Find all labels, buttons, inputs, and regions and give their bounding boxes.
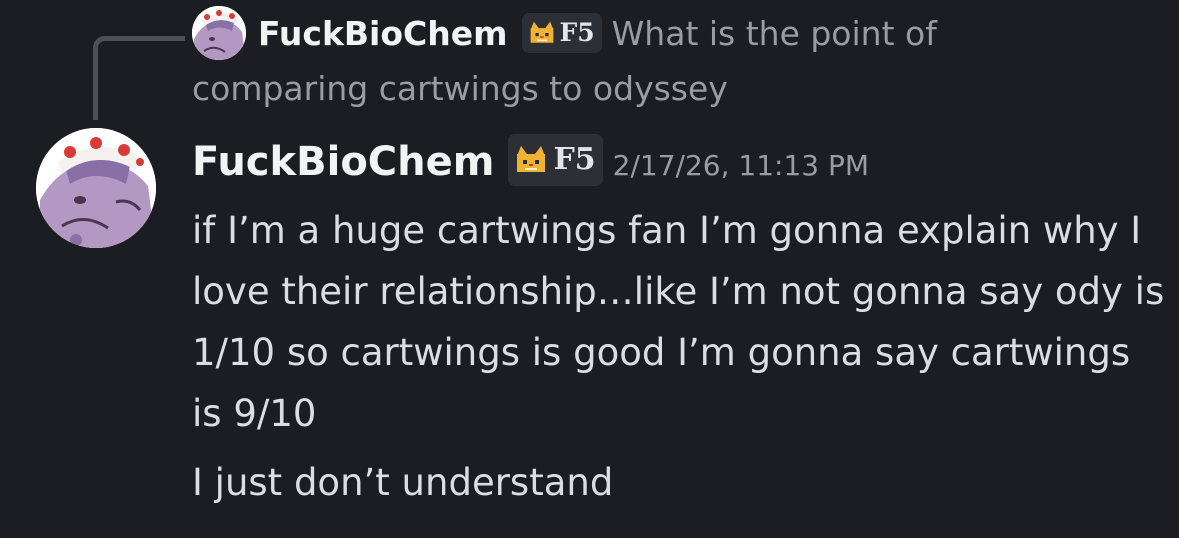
author-name[interactable]: FuckBioChem <box>192 139 494 185</box>
reply-avatar-image <box>192 6 246 60</box>
chat-message[interactable]: FuckBioChem F5 2/17/26, 11:13 PM if I’m a … <box>192 134 1167 513</box>
message-paragraph-1: if I’m a huge cartwings fan I’m gonna ex… <box>192 209 1165 435</box>
message-timestamp[interactable]: 2/17/26, 11:13 PM <box>613 149 869 182</box>
reply-server-tag[interactable]: F5 <box>521 12 602 53</box>
server-tag-label: F5 <box>553 142 596 177</box>
author-avatar[interactable] <box>36 128 156 248</box>
server-tag[interactable]: F5 <box>508 134 603 186</box>
cat-icon <box>517 146 546 172</box>
reply-preview-text-line1: What is the point of <box>611 14 937 53</box>
message-paragraph-2: I just don’t understand <box>192 461 614 504</box>
reply-connector-line <box>93 36 185 120</box>
message-header: FuckBioChem F5 2/17/26, 11:13 PM <box>192 134 1167 194</box>
reply-preview-text-line2: comparing cartwings to odyssey <box>192 69 728 108</box>
reply-avatar[interactable] <box>192 6 246 60</box>
cat-icon <box>530 21 553 43</box>
reply-author-name[interactable]: FuckBioChem <box>258 14 508 53</box>
author-avatar-image <box>36 128 156 248</box>
message-content: if I’m a huge cartwings fan I’m gonna ex… <box>192 200 1167 513</box>
reply-server-tag-label: F5 <box>559 17 595 47</box>
reply-header: FuckBioChem F5 What is the point of <box>258 12 937 56</box>
